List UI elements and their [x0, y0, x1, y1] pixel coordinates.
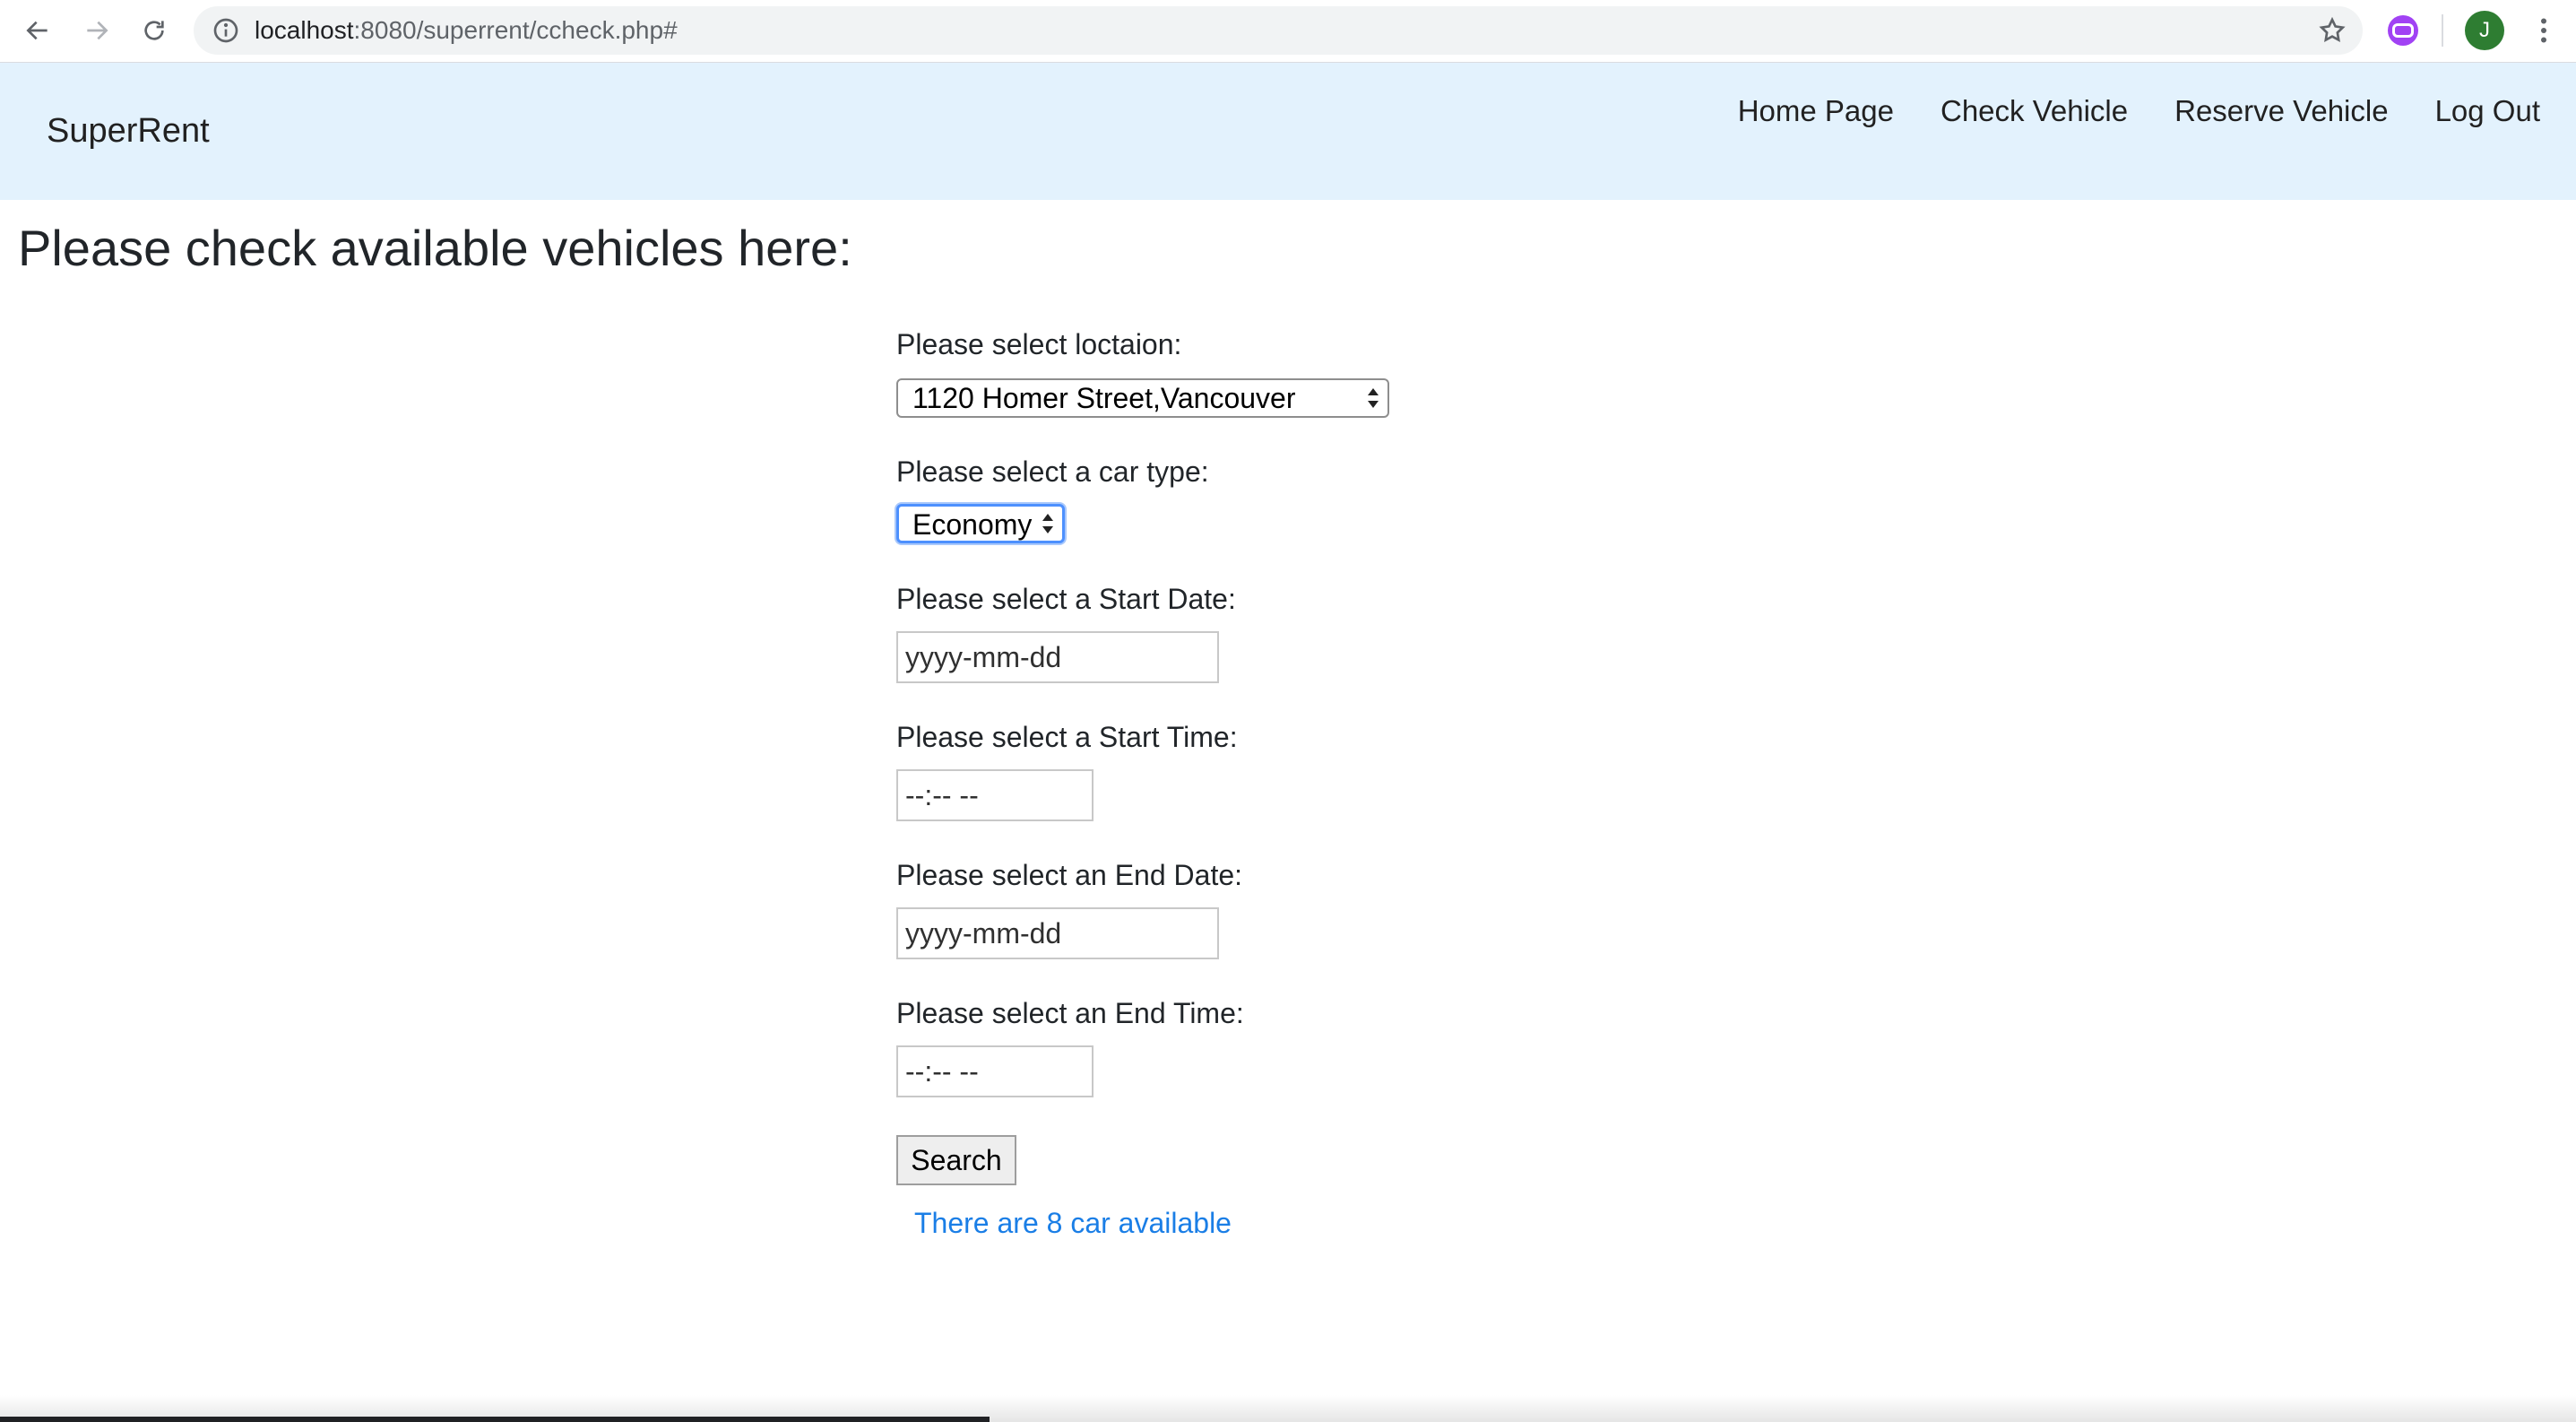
select-arrows-icon — [1368, 388, 1379, 408]
star-icon[interactable] — [2318, 16, 2347, 45]
nav-check-vehicle[interactable]: Check Vehicle — [1941, 94, 2128, 128]
profile-avatar[interactable]: J — [2465, 11, 2504, 50]
url-path: :8080/superrent/ccheck.php# — [353, 16, 678, 44]
start-date-label: Please select a Start Date: — [896, 583, 1236, 615]
select-arrows-icon — [1042, 514, 1053, 533]
extension-icon[interactable] — [2388, 15, 2418, 46]
end-time-input[interactable]: --:-- -- — [896, 1045, 1094, 1097]
kebab-menu-icon[interactable] — [2528, 14, 2560, 47]
end-time-label: Please select an End Time: — [896, 997, 1244, 1029]
car-type-select[interactable]: Economy — [896, 504, 1065, 543]
start-date-input[interactable]: yyyy-mm-dd — [896, 631, 1219, 683]
nav-log-out[interactable]: Log Out — [2435, 94, 2540, 128]
search-button[interactable]: Search — [896, 1135, 1016, 1185]
browser-toolbar: localhost:8080/superrent/ccheck.php# J — [0, 0, 2576, 63]
app-navbar: SuperRent Home Page Check Vehicle Reserv… — [0, 63, 2576, 200]
nav-links: Home Page Check Vehicle Reserve Vehicle … — [1738, 94, 2540, 128]
url-text[interactable]: localhost:8080/superrent/ccheck.php# — [255, 6, 678, 55]
url-host: localhost — [255, 16, 354, 44]
toolbar-divider — [2442, 14, 2443, 47]
brand-logo-text[interactable]: SuperRent — [47, 63, 210, 200]
address-bar[interactable]: localhost:8080/superrent/ccheck.php# — [194, 6, 2363, 55]
location-select[interactable]: 1120 Homer Street,Vancouver — [896, 378, 1389, 418]
nav-home-page[interactable]: Home Page — [1738, 94, 1894, 128]
car-type-label: Please select a car type: — [896, 455, 1209, 488]
info-icon[interactable] — [212, 16, 240, 45]
available-cars-message[interactable]: There are 8 car available — [914, 1207, 1232, 1240]
end-date-label: Please select an End Date: — [896, 859, 1243, 891]
location-label: Please select loctaion: — [896, 328, 1182, 360]
taskbar-edge — [0, 1417, 990, 1422]
reload-icon[interactable] — [136, 13, 172, 48]
start-time-input[interactable]: --:-- -- — [896, 769, 1094, 821]
page-title: Please check available vehicles here: — [18, 220, 852, 276]
location-select-value: 1120 Homer Street,Vancouver — [912, 382, 1296, 414]
back-arrow-icon[interactable] — [20, 13, 56, 48]
nav-reserve-vehicle[interactable]: Reserve Vehicle — [2174, 94, 2388, 128]
forward-arrow-icon[interactable] — [79, 13, 115, 48]
car-type-select-value: Economy — [912, 508, 1033, 541]
end-date-input[interactable]: yyyy-mm-dd — [896, 907, 1219, 959]
start-time-label: Please select a Start Time: — [896, 721, 1238, 753]
